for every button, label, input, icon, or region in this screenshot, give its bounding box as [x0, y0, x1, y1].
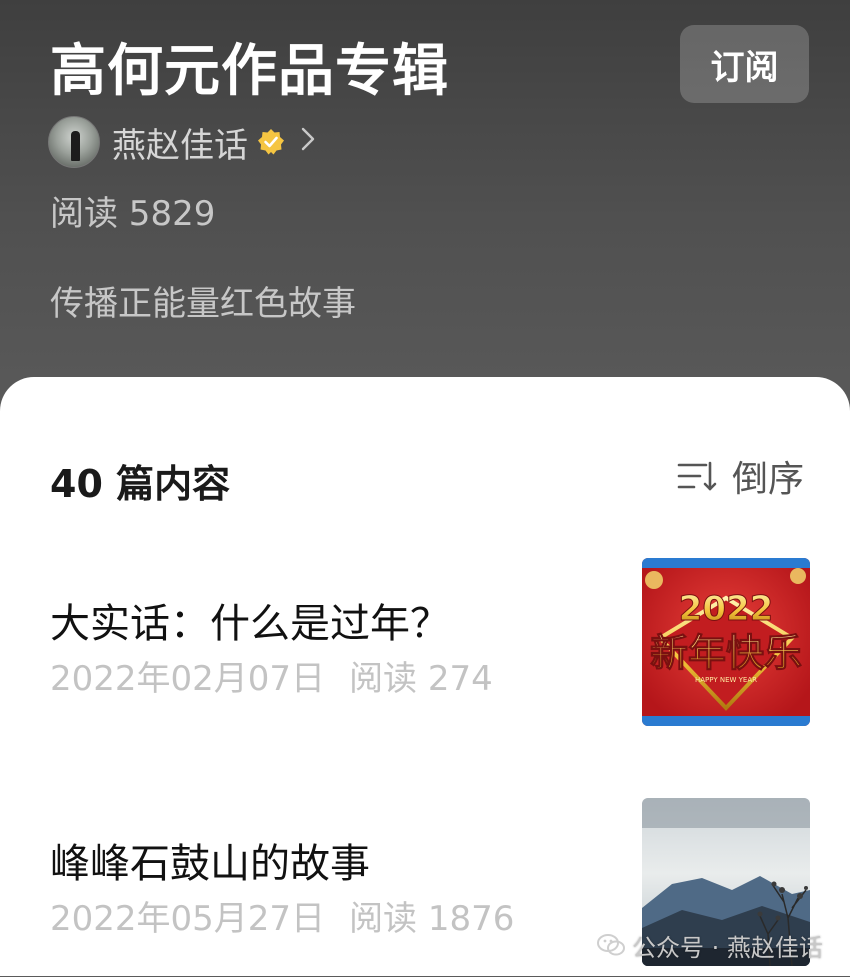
article-meta: 2022年02月07日 阅读 274 [50, 651, 493, 700]
article-thumbnail: 2022 新年快乐 HAPPY NEW YEAR [642, 558, 810, 726]
album-description: 传播正能量红色故事 [50, 284, 356, 324]
content-sheet: 40 篇内容 倒序 大实话：什么是过年？ 2022年02月07日阅读 274 [0, 377, 850, 976]
watermark-text: 公众号 · 燕赵佳话 [632, 933, 823, 962]
album-read-count: 阅读 5829 [50, 194, 216, 234]
avatar [48, 116, 100, 168]
content-count: 40 篇内容 [50, 462, 231, 506]
chevron-right-icon [300, 126, 316, 158]
thumb-subtext: HAPPY NEW YEAR [695, 676, 757, 684]
thumb-year: 2022 [679, 589, 774, 629]
article-reads: 阅读 274 [349, 659, 493, 699]
subscribe-button[interactable]: 订阅 [680, 25, 809, 103]
article-title: 峰峰石鼓山的故事 [50, 841, 370, 887]
sort-toggle[interactable]: 倒序 [676, 453, 805, 500]
wechat-icon [597, 934, 625, 956]
album-title: 高何元作品专辑 [50, 39, 449, 104]
article-date: 2022年02月07日 [50, 659, 326, 699]
album-header: 高何元作品专辑 订阅 燕赵佳话 阅读 5829 传播正能量红色故事 [0, 0, 850, 400]
article-meta: 2022年05月27日 阅读 1876 [50, 891, 514, 940]
watermark: 公众号 · 燕赵佳话 [596, 925, 823, 965]
author-link[interactable]: 燕赵佳话 [48, 116, 316, 168]
article-title: 大实话：什么是过年？ [50, 601, 450, 647]
article-date: 2022年05月27日 [50, 899, 326, 939]
article-reads: 阅读 1876 [349, 899, 515, 939]
author-name: 燕赵佳话 [112, 125, 248, 166]
sort-descending-icon [677, 461, 717, 491]
article-item[interactable]: 大实话：什么是过年？ 2022年02月07日 阅读 274 2022 新年快乐 … [0, 547, 850, 737]
verified-badge-icon [256, 127, 286, 157]
thumb-text: 新年快乐 [650, 631, 802, 675]
sort-label: 倒序 [732, 459, 805, 500]
